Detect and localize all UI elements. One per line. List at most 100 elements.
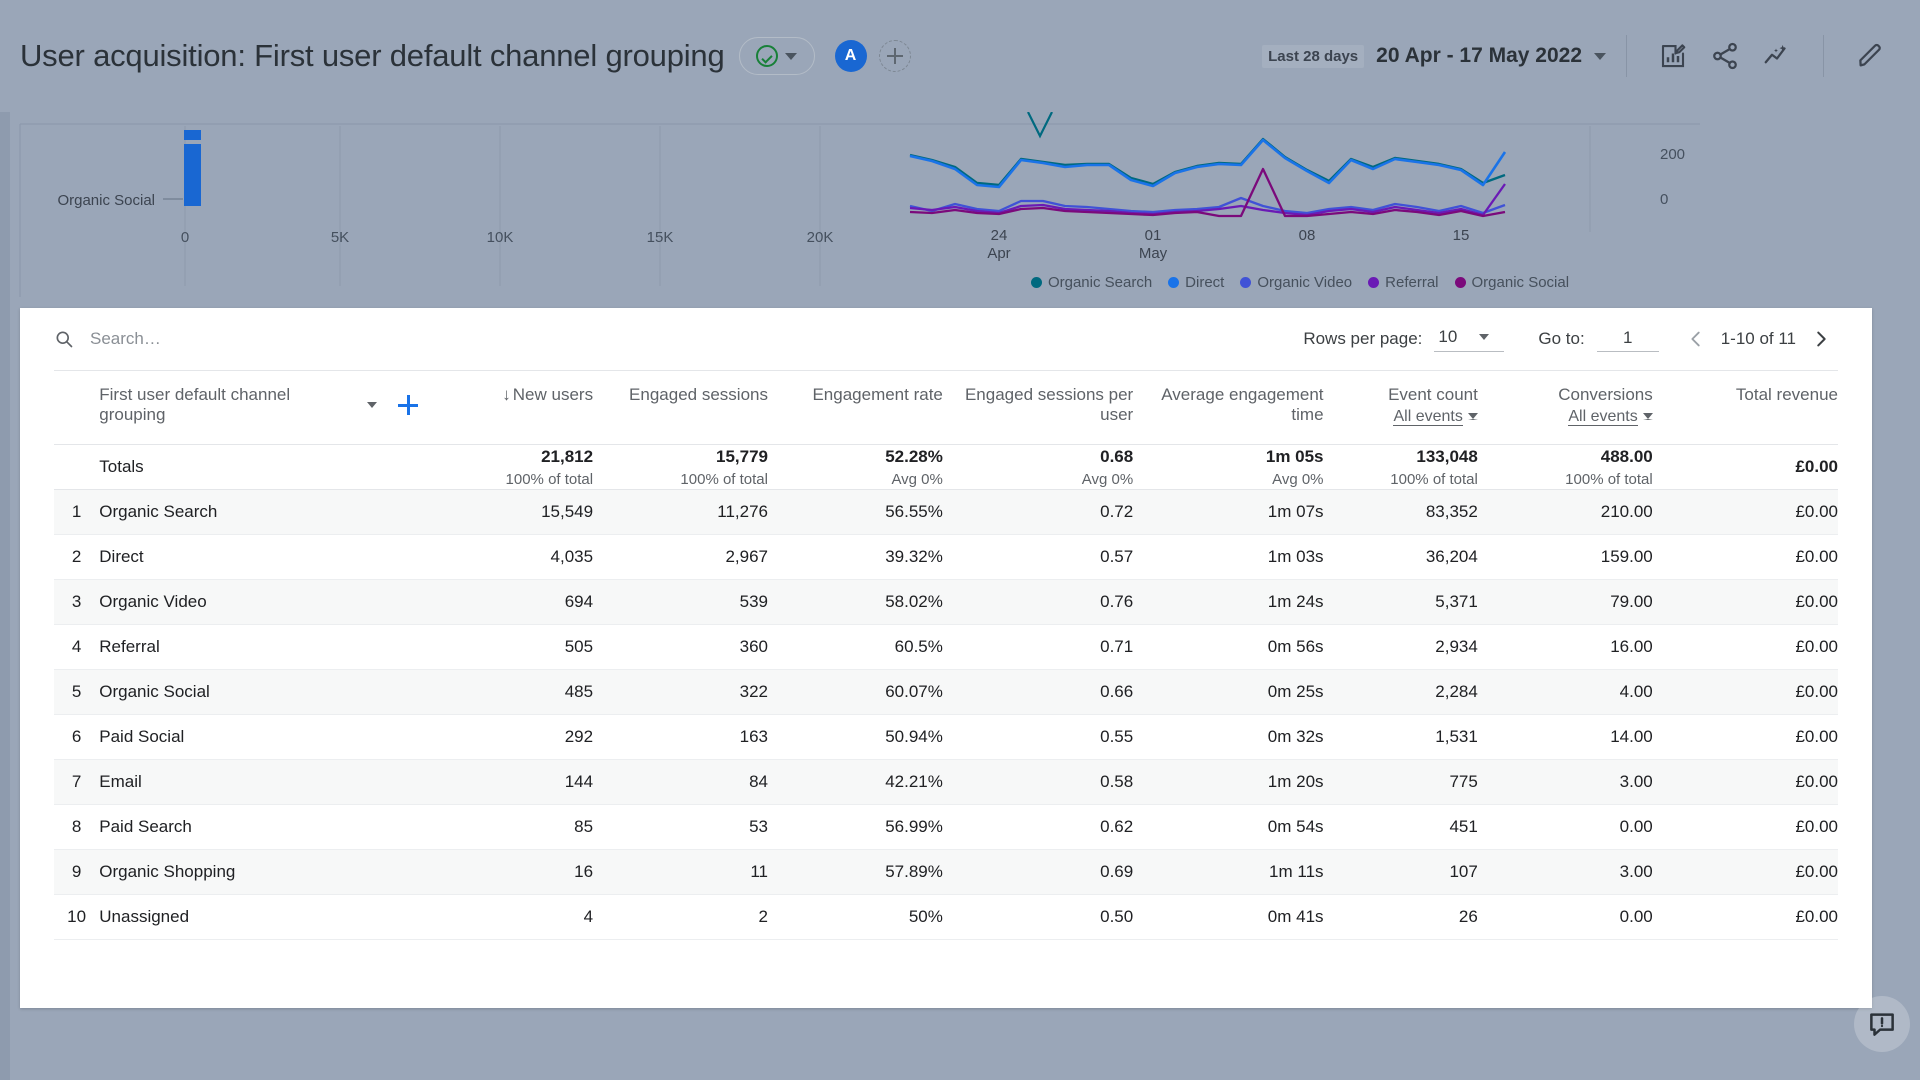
- row-dimension[interactable]: Organic Search: [99, 490, 418, 535]
- chevron-down-icon[interactable]: [367, 402, 377, 408]
- column-header-label: Engagement rate: [812, 385, 942, 404]
- column-header-conversions[interactable]: Conversions All events: [1478, 371, 1653, 445]
- column-header-engaged-sessions[interactable]: Engaged sessions: [593, 371, 768, 445]
- row-index: 7: [54, 760, 99, 805]
- chevron-down-icon[interactable]: [1594, 53, 1606, 60]
- row-cell-new-users: 292: [418, 715, 593, 760]
- row-dimension[interactable]: Referral: [99, 625, 418, 670]
- column-header-label: Average engagement time: [1161, 385, 1323, 424]
- rows-per-page-select[interactable]: 10: [1434, 327, 1504, 352]
- row-cell-event-count: 26: [1324, 895, 1478, 940]
- column-header-engaged-sessions-per-user[interactable]: Engaged sessions per user: [943, 371, 1133, 445]
- row-cell-engaged-sessions: 53: [593, 805, 768, 850]
- legend-item[interactable]: Direct: [1168, 274, 1224, 291]
- row-dimension[interactable]: Paid Search: [99, 805, 418, 850]
- table-row[interactable]: 7 Email 144 84 42.21% 0.58 1m 20s 775 3.…: [54, 760, 1838, 805]
- legend-item[interactable]: Organic Social: [1455, 274, 1570, 291]
- date-range-badge: Last 28 days: [1262, 45, 1364, 68]
- row-index: 3: [54, 580, 99, 625]
- column-header-avg-engagement-time[interactable]: Average engagement time: [1133, 371, 1323, 445]
- totals-cell: 133,048 100% of total: [1324, 445, 1478, 490]
- totals-value: 0.68: [1100, 447, 1133, 466]
- table-row[interactable]: 9 Organic Shopping 16 11 57.89% 0.69 1m …: [54, 850, 1838, 895]
- search-input[interactable]: [88, 328, 412, 350]
- row-cell-sessions-per-user: 0.58: [943, 760, 1133, 805]
- row-dimension[interactable]: Email: [99, 760, 418, 805]
- feedback-bubble-icon: [1867, 1009, 1897, 1039]
- row-cell-sessions-per-user: 0.62: [943, 805, 1133, 850]
- row-cell-event-count: 107: [1324, 850, 1478, 895]
- row-cell-engagement-rate: 50%: [768, 895, 943, 940]
- table-row[interactable]: 2 Direct 4,035 2,967 39.32% 0.57 1m 03s …: [54, 535, 1838, 580]
- edit-pencil-icon[interactable]: [1844, 34, 1896, 78]
- row-cell-sessions-per-user: 0.50: [943, 895, 1133, 940]
- date-range-label[interactable]: 20 Apr - 17 May 2022: [1376, 44, 1582, 68]
- share-icon[interactable]: [1699, 34, 1751, 78]
- row-cell-engagement-rate: 60.07%: [768, 670, 943, 715]
- table-row[interactable]: 5 Organic Social 485 322 60.07% 0.66 0m …: [54, 670, 1838, 715]
- table-row[interactable]: 4 Referral 505 360 60.5% 0.71 0m 56s 2,9…: [54, 625, 1838, 670]
- row-cell-engaged-sessions: 163: [593, 715, 768, 760]
- search-box[interactable]: [54, 328, 412, 350]
- row-dimension[interactable]: Organic Video: [99, 580, 418, 625]
- row-cell-conversions: 0.00: [1478, 805, 1653, 850]
- svg-text:01: 01: [1145, 227, 1162, 244]
- conversions-filter[interactable]: All events: [1478, 408, 1653, 426]
- legend-item[interactable]: Organic Search: [1031, 274, 1152, 291]
- table-row[interactable]: 3 Organic Video 694 539 58.02% 0.76 1m 2…: [54, 580, 1838, 625]
- column-header-total-revenue[interactable]: Total revenue: [1653, 371, 1838, 445]
- totals-label: Totals: [99, 445, 418, 490]
- dimension-header-label: First user default channel grouping: [99, 385, 358, 425]
- column-header-new-users[interactable]: ↓New users: [418, 371, 593, 445]
- bar-chart[interactable]: Organic Social 0 5K 10K 15K 20K: [0, 112, 900, 307]
- feedback-button[interactable]: [1854, 996, 1910, 1052]
- divider: [1823, 35, 1824, 77]
- check-circle-icon: [756, 45, 778, 67]
- row-dimension[interactable]: Unassigned: [99, 895, 418, 940]
- row-cell-sessions-per-user: 0.71: [943, 625, 1133, 670]
- event-count-filter[interactable]: All events: [1324, 408, 1478, 426]
- dimension-header[interactable]: First user default channel grouping: [99, 371, 418, 445]
- legend-color-swatch: [1168, 277, 1179, 288]
- row-dimension[interactable]: Direct: [99, 535, 418, 580]
- row-index: 2: [54, 535, 99, 580]
- row-dimension[interactable]: Organic Social: [99, 670, 418, 715]
- chevron-right-icon[interactable]: [1804, 322, 1838, 356]
- row-cell-engaged-sessions: 11: [593, 850, 768, 895]
- svg-text:5K: 5K: [331, 229, 349, 246]
- charts-strip: Organic Social 0 5K 10K 15K 20K 200 0: [0, 112, 1920, 307]
- row-dimension[interactable]: Paid Social: [99, 715, 418, 760]
- row-cell-new-users: 485: [418, 670, 593, 715]
- goto-page-input[interactable]: [1597, 327, 1659, 352]
- table-row[interactable]: 6 Paid Social 292 163 50.94% 0.55 0m 32s…: [54, 715, 1838, 760]
- add-comparison-button[interactable]: [879, 40, 911, 72]
- table-row[interactable]: 1 Organic Search 15,549 11,276 56.55% 0.…: [54, 490, 1838, 535]
- totals-value: 21,812: [541, 447, 593, 466]
- row-cell-event-count: 83,352: [1324, 490, 1478, 535]
- table-row[interactable]: 10 Unassigned 4 2 50% 0.50 0m 41s 26 0.0…: [54, 895, 1838, 940]
- legend-item[interactable]: Referral: [1368, 274, 1438, 291]
- row-cell-sessions-per-user: 0.55: [943, 715, 1133, 760]
- trend-analysis-icon[interactable]: [1751, 34, 1803, 78]
- row-cell-avg-engagement-time: 1m 20s: [1133, 760, 1323, 805]
- legend-label: Referral: [1385, 274, 1438, 291]
- row-cell-engagement-rate: 39.32%: [768, 535, 943, 580]
- column-header-event-count[interactable]: Event count All events: [1324, 371, 1478, 445]
- table-row[interactable]: 8 Paid Search 85 53 56.99% 0.62 0m 54s 4…: [54, 805, 1838, 850]
- insights-report-icon[interactable]: [1647, 34, 1699, 78]
- row-cell-avg-engagement-time: 0m 54s: [1133, 805, 1323, 850]
- row-cell-event-count: 2,934: [1324, 625, 1478, 670]
- app-root: User acquisition: First user default cha…: [0, 0, 1920, 1080]
- add-dimension-button[interactable]: [398, 395, 418, 415]
- column-header-engagement-rate[interactable]: Engagement rate: [768, 371, 943, 445]
- row-cell-engagement-rate: 58.02%: [768, 580, 943, 625]
- row-dimension[interactable]: Organic Shopping: [99, 850, 418, 895]
- avatar[interactable]: A: [835, 40, 867, 72]
- row-cell-avg-engagement-time: 1m 24s: [1133, 580, 1323, 625]
- chevron-left-icon[interactable]: [1679, 322, 1713, 356]
- totals-cell: 488.00 100% of total: [1478, 445, 1653, 490]
- row-cell-conversions: 3.00: [1478, 760, 1653, 805]
- legend-item[interactable]: Organic Video: [1240, 274, 1352, 291]
- svg-text:200: 200: [1660, 146, 1685, 163]
- data-status-chip[interactable]: [739, 37, 815, 75]
